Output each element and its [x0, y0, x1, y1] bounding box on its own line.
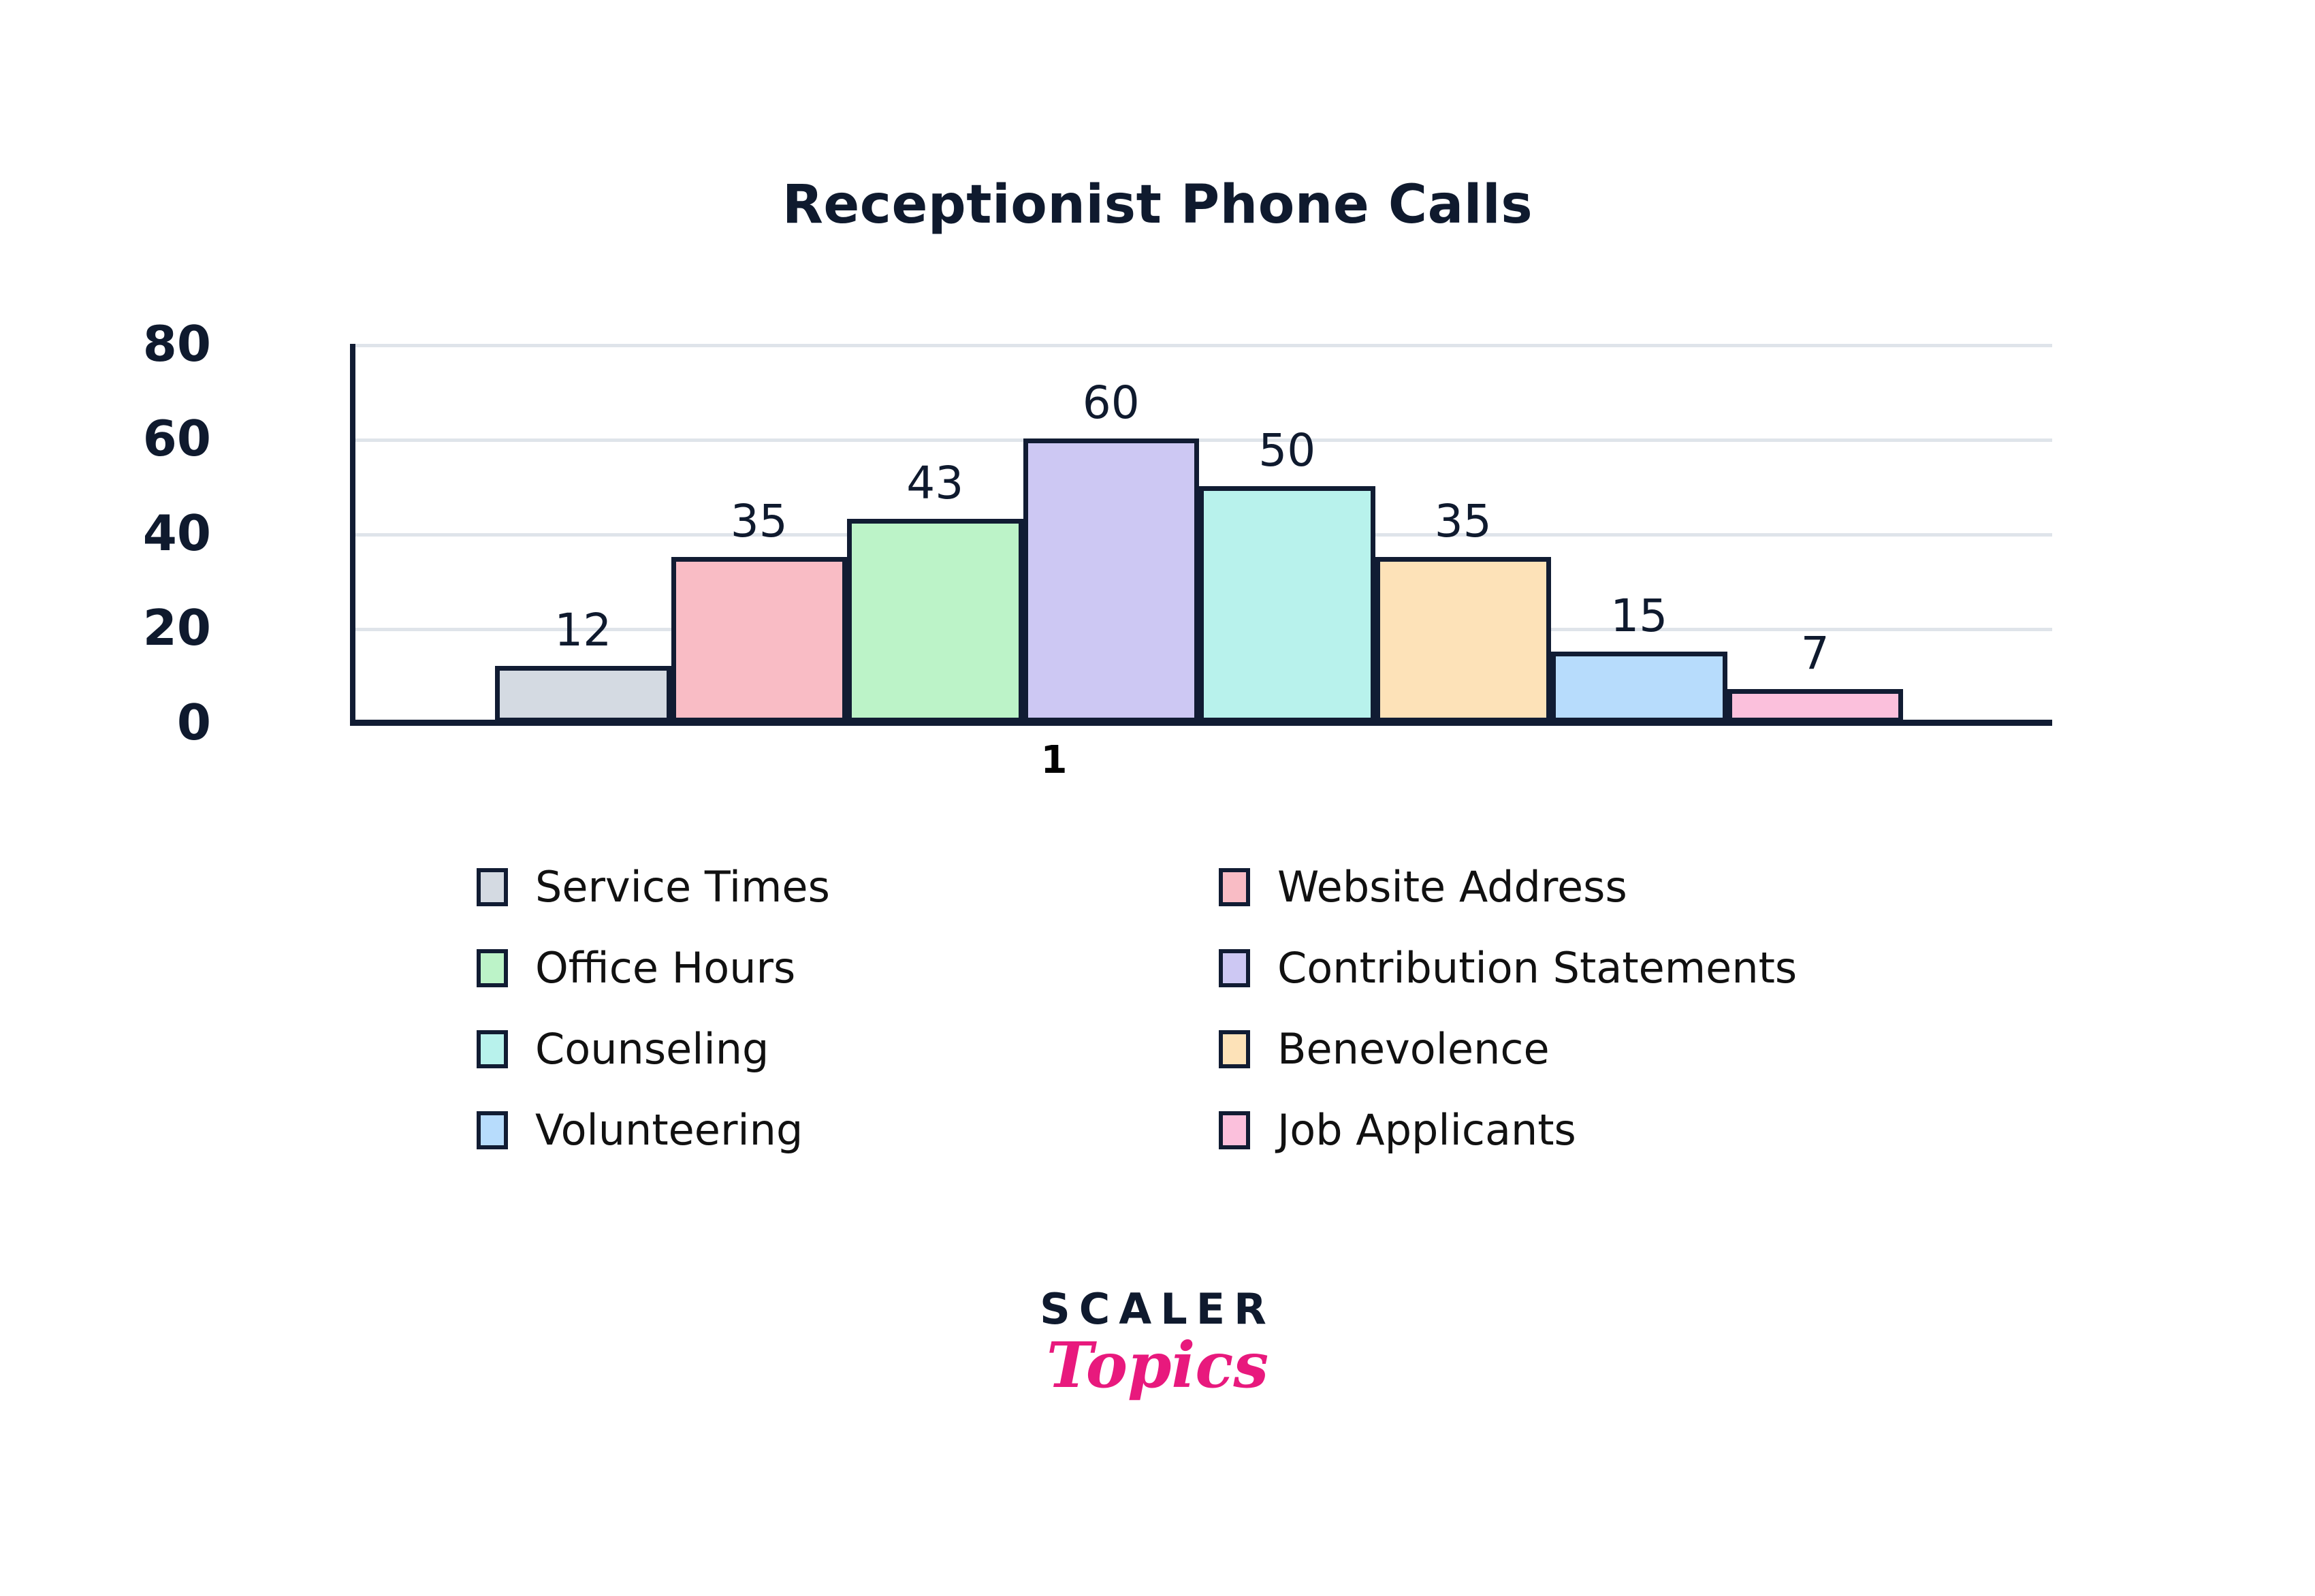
bar-rect[interactable]	[1375, 556, 1551, 722]
y-axis-tick-label: 20	[142, 599, 211, 656]
bar-counseling[interactable]: 50	[1199, 344, 1375, 722]
legend-swatch-icon	[477, 948, 508, 987]
page-title: Receptionist Phone Calls	[782, 174, 1533, 236]
legend-swatch-icon	[477, 867, 508, 906]
legend-swatch-icon	[1219, 867, 1250, 906]
legend-item-website-address[interactable]: Website Address	[1219, 862, 1838, 912]
legend-item-label: Website Address	[1277, 862, 1627, 912]
bar-series: 12 35 43 60 50 35 15 7	[495, 344, 1903, 722]
bar-rect[interactable]	[847, 519, 1023, 722]
x-axis-line	[350, 720, 2052, 726]
legend-item-service-times[interactable]: Service Times	[477, 862, 1219, 912]
bar-rect[interactable]	[1023, 438, 1199, 722]
legend: Service Times Website Address Office Hours…	[477, 846, 1838, 1170]
y-axis-line	[350, 344, 355, 725]
bar-office-hours[interactable]: 43	[847, 344, 1023, 722]
scaler-topics-logo: SCALER Topics	[0, 1287, 2315, 1399]
x-axis-tick-label: 1	[1040, 738, 1068, 782]
y-axis-tick-label: 60	[142, 410, 211, 467]
legend-swatch-icon	[477, 1030, 508, 1068]
legend-swatch-icon	[1219, 1111, 1250, 1149]
y-axis-tick-label: 0	[176, 694, 211, 751]
bar-value-label: 12	[554, 603, 612, 656]
logo-wordmark-topics: Topics	[1046, 1328, 1269, 1403]
legend-swatch-icon	[1219, 948, 1250, 987]
legend-item-contribution-statements[interactable]: Contribution Statements	[1219, 943, 1838, 993]
bar-volunteering[interactable]: 15	[1551, 344, 1727, 722]
legend-item-label: Job Applicants	[1277, 1105, 1576, 1155]
bar-value-label: 50	[1258, 424, 1316, 477]
legend-item-label: Benevolence	[1277, 1024, 1550, 1074]
y-axis-tick-label: 80	[142, 315, 211, 372]
legend-item-label: Service Times	[535, 862, 830, 912]
bar-value-label: 15	[1610, 589, 1668, 642]
legend-item-job-applicants[interactable]: Job Applicants	[1219, 1105, 1838, 1155]
bar-website-address[interactable]: 35	[671, 344, 847, 722]
legend-item-label: Counseling	[535, 1024, 769, 1074]
bar-rect[interactable]	[1199, 485, 1375, 722]
legend-item-label: Contribution Statements	[1277, 943, 1798, 993]
legend-item-office-hours[interactable]: Office Hours	[477, 943, 1219, 993]
bar-value-label: 7	[1800, 627, 1830, 680]
bar-value-label: 35	[1434, 494, 1492, 547]
bar-service-times[interactable]: 12	[495, 344, 671, 722]
bar-value-label: 35	[730, 494, 788, 547]
legend-swatch-icon	[477, 1111, 508, 1149]
legend-item-benevolence[interactable]: Benevolence	[1219, 1024, 1838, 1074]
bar-job-applicants[interactable]: 7	[1727, 344, 1903, 722]
bar-rect[interactable]	[671, 556, 847, 722]
logo-wordmark-scaler: SCALER	[1040, 1284, 1275, 1334]
legend-item-volunteering[interactable]: Volunteering	[477, 1105, 1219, 1155]
legend-item-counseling[interactable]: Counseling	[477, 1024, 1219, 1074]
bar-rect[interactable]	[1551, 651, 1727, 722]
bar-benevolence[interactable]: 35	[1375, 344, 1551, 722]
bar-value-label: 60	[1082, 377, 1140, 429]
legend-item-label: Office Hours	[535, 943, 796, 993]
bar-contribution-statements[interactable]: 60	[1023, 344, 1199, 722]
bar-rect[interactable]	[495, 665, 671, 722]
legend-swatch-icon	[1219, 1030, 1250, 1068]
y-axis-tick-label: 40	[142, 505, 211, 562]
bar-rect[interactable]	[1727, 689, 1903, 722]
legend-item-label: Volunteering	[535, 1105, 803, 1155]
bar-value-label: 43	[906, 457, 964, 510]
